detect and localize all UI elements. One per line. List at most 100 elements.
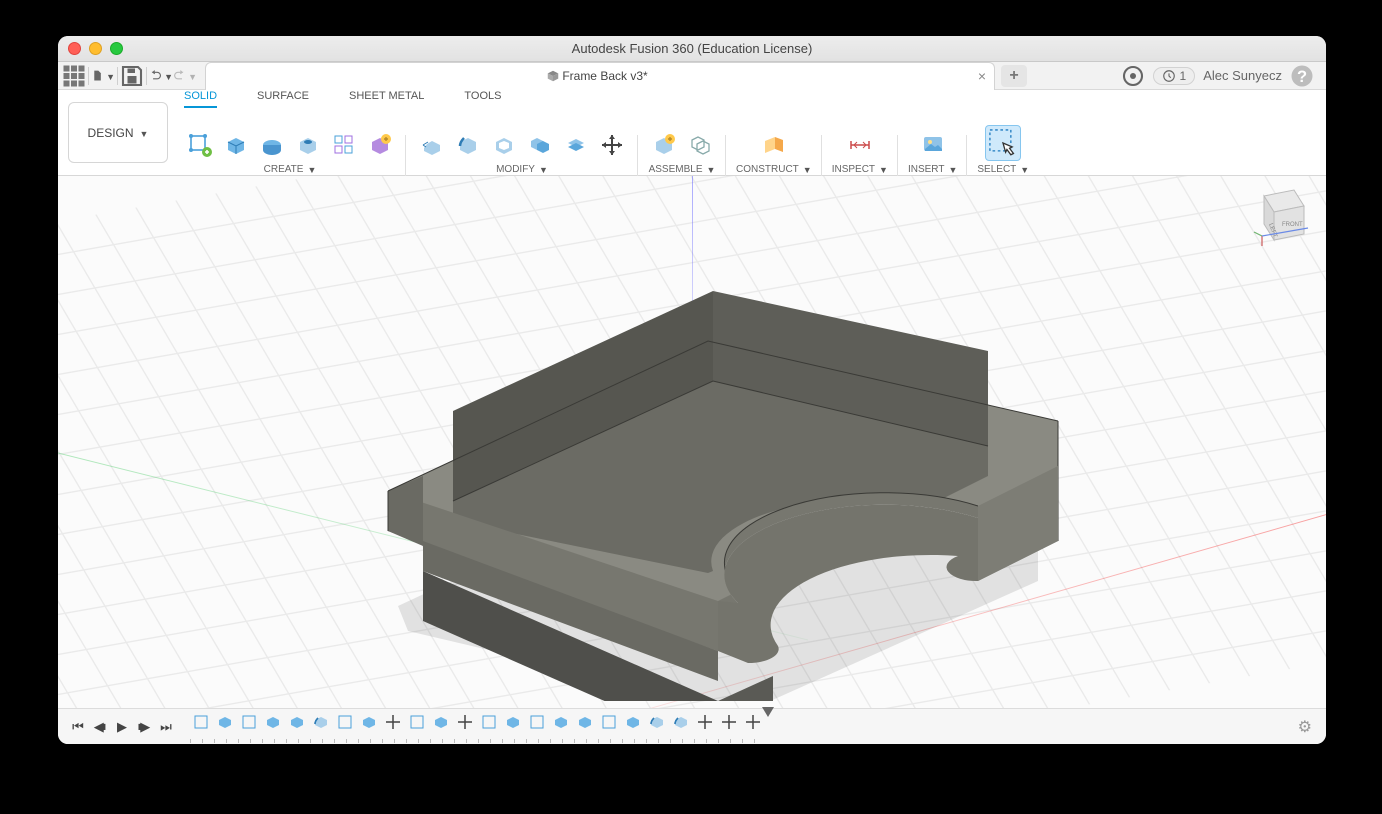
viewport-3d[interactable]: LEFT FRONT (58, 176, 1326, 708)
history-move-icon[interactable] (718, 711, 740, 733)
ribbon: DESIGN▼ SOLID SURFACE SHEET METAL TOOLS (58, 90, 1326, 176)
ribbon-groups: CREATE▼ (178, 108, 1326, 175)
group-assemble: ASSEMBLE▼ (642, 129, 722, 175)
history-extrude-icon[interactable] (574, 711, 596, 733)
history-extrude-icon[interactable] (358, 711, 380, 733)
file-tab-label: Frame Back v3* (562, 69, 647, 83)
workspace-switcher[interactable]: DESIGN▼ (68, 102, 168, 163)
group-modify: MODIFY▼ (410, 129, 634, 175)
history-move-icon[interactable] (694, 711, 716, 733)
history-fillet-icon[interactable] (646, 711, 668, 733)
timeline-prev-button[interactable]: ◀▮ (90, 717, 110, 737)
group-select: SELECT▼ (971, 125, 1035, 175)
window-title: Autodesk Fusion 360 (Education License) (572, 41, 813, 56)
extensions-button[interactable] (1121, 64, 1145, 88)
ribbon-tab-surface[interactable]: SURFACE (257, 90, 309, 108)
history-extrude-icon[interactable] (622, 711, 644, 733)
extrude-button[interactable] (220, 129, 252, 161)
group-label-select: SELECT (977, 164, 1016, 175)
shell-button[interactable] (488, 129, 520, 161)
history-sketch-icon[interactable] (406, 711, 428, 733)
group-create: CREATE▼ (178, 129, 402, 175)
insert-decal-button[interactable] (917, 129, 949, 161)
timeline-bar: ⏮ ◀▮ ▶ ▮▶ ⏭ (58, 708, 1326, 744)
document-icon (546, 69, 560, 83)
group-label-insert: INSERT (908, 164, 945, 175)
history-fillet-icon[interactable] (670, 711, 692, 733)
view-cube[interactable]: LEFT FRONT (1242, 182, 1312, 252)
data-panel-button[interactable] (62, 64, 86, 88)
history-sketch-icon[interactable] (190, 711, 212, 733)
close-window-button[interactable] (68, 42, 81, 55)
viewcube-front-label: FRONT (1282, 222, 1303, 228)
ribbon-tabs: SOLID SURFACE SHEET METAL TOOLS (178, 90, 1326, 108)
history-sketch-icon[interactable] (238, 711, 260, 733)
job-status-pill[interactable]: 1 (1153, 67, 1196, 85)
hole-button[interactable] (292, 129, 324, 161)
model-body[interactable] (318, 221, 1078, 701)
create-sketch-button[interactable] (184, 129, 216, 161)
history-fillet-icon[interactable] (310, 711, 332, 733)
timeline-play-button[interactable]: ▶ (112, 717, 132, 737)
group-construct: CONSTRUCT▼ (730, 129, 818, 175)
history-sketch-icon[interactable] (334, 711, 356, 733)
measure-button[interactable] (844, 129, 876, 161)
quick-access-bar: ▼ ▼ ▼ Frame Back v3* × + 1 (58, 62, 1326, 90)
timeline-playhead[interactable] (762, 707, 774, 717)
move-copy-button[interactable] (596, 129, 628, 161)
construct-plane-button[interactable] (758, 129, 790, 161)
group-label-create: CREATE (264, 164, 304, 175)
history-sketch-icon[interactable] (526, 711, 548, 733)
ribbon-tab-sheet-metal[interactable]: SHEET METAL (349, 90, 424, 108)
history-extrude-icon[interactable] (550, 711, 572, 733)
history-extrude-icon[interactable] (502, 711, 524, 733)
history-move-icon[interactable] (742, 711, 764, 733)
undo-button[interactable]: ▼ (149, 64, 173, 88)
offset-face-button[interactable] (560, 129, 592, 161)
new-tab-button[interactable]: + (1001, 65, 1027, 87)
create-form-button[interactable] (364, 129, 396, 161)
group-insert: INSERT▼ (902, 129, 963, 175)
timeline-last-button[interactable]: ⏭ (156, 717, 176, 737)
group-label-modify: MODIFY (496, 164, 535, 175)
job-count: 1 (1180, 69, 1187, 83)
history-extrude-icon[interactable] (286, 711, 308, 733)
ribbon-tab-tools[interactable]: TOOLS (464, 90, 501, 108)
revolve-button[interactable] (256, 129, 288, 161)
group-label-assemble: ASSEMBLE (649, 164, 703, 175)
svg-text:?: ? (1297, 68, 1307, 86)
clock-icon (1162, 69, 1176, 83)
new-component-button[interactable] (648, 129, 680, 161)
timeline-first-button[interactable]: ⏮ (68, 717, 88, 737)
pattern-button[interactable] (328, 129, 360, 161)
zoom-window-button[interactable] (110, 42, 123, 55)
group-label-construct: CONSTRUCT (736, 164, 799, 175)
redo-button[interactable]: ▼ (173, 64, 197, 88)
save-button[interactable] (120, 64, 144, 88)
qa-right-cluster: 1 Alec Sunyecz ? (1121, 64, 1322, 88)
history-sketch-icon[interactable] (598, 711, 620, 733)
combine-button[interactable] (524, 129, 556, 161)
workspace-label: DESIGN (88, 126, 134, 140)
file-tab[interactable]: Frame Back v3* × (205, 62, 995, 90)
help-button[interactable]: ? (1290, 64, 1314, 88)
group-label-inspect: INSPECT (832, 164, 875, 175)
minimize-window-button[interactable] (89, 42, 102, 55)
history-move-icon[interactable] (382, 711, 404, 733)
history-extrude-icon[interactable] (430, 711, 452, 733)
joint-button[interactable] (684, 129, 716, 161)
fillet-button[interactable] (452, 129, 484, 161)
select-tool-button[interactable] (985, 125, 1021, 161)
history-move-icon[interactable] (454, 711, 476, 733)
file-menu-button[interactable]: ▼ (91, 64, 115, 88)
close-tab-button[interactable]: × (978, 68, 986, 84)
user-name[interactable]: Alec Sunyecz (1203, 68, 1282, 83)
timeline-next-button[interactable]: ▮▶ (134, 717, 154, 737)
ribbon-tab-solid[interactable]: SOLID (184, 90, 217, 108)
title-bar: Autodesk Fusion 360 (Education License) (58, 36, 1326, 62)
timeline-settings-button[interactable]: ⚙ (1298, 717, 1312, 737)
history-sketch-icon[interactable] (478, 711, 500, 733)
history-extrude-icon[interactable] (214, 711, 236, 733)
history-extrude-icon[interactable] (262, 711, 284, 733)
press-pull-button[interactable] (416, 129, 448, 161)
